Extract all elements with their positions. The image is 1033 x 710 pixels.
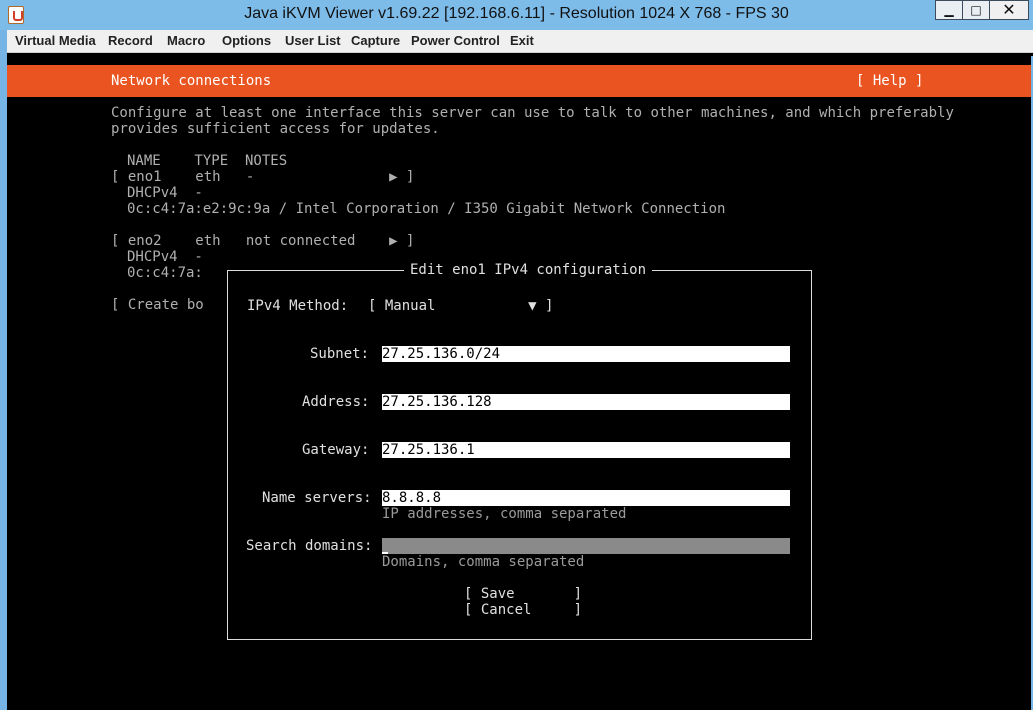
eno1-dhcp-status: DHCPv4 -	[127, 185, 203, 201]
menu-record[interactable]: Record	[108, 33, 153, 48]
remote-console[interactable]: Network connections [ Help ] Configure a…	[7, 56, 1031, 710]
eno1-hardware-info: 0c:c4:7a:e2:9c:9a / Intel Corporation / …	[127, 201, 726, 217]
gateway-input[interactable]: 27.25.136.1	[382, 442, 790, 458]
name-servers-label: Name servers:	[262, 490, 372, 506]
menu-macro[interactable]: Macro	[167, 33, 205, 48]
ipv4-method-label: IPv4 Method:	[247, 298, 349, 314]
help-button[interactable]: [ Help ]	[856, 73, 923, 89]
search-domains-label: Search domains:	[246, 538, 373, 554]
eno2-dhcp-status: DHCPv4 -	[127, 249, 203, 265]
window-title: Java iKVM Viewer v1.69.22 [192.168.6.11]…	[244, 5, 789, 22]
menu-bar: Virtual Media Record Macro Options User …	[7, 30, 1033, 53]
address-input[interactable]: 27.25.136.128	[382, 394, 790, 410]
create-bond-button[interactable]: [ Create bo	[111, 297, 204, 313]
kvm-window: Java iKVM Viewer v1.69.22 [192.168.6.11]…	[0, 0, 1033, 710]
ipv4-method-select[interactable]: [ Manual ▼ ]	[368, 298, 553, 314]
close-button[interactable]: ✕	[989, 0, 1029, 20]
menu-options[interactable]: Options	[222, 33, 271, 48]
minimize-button[interactable]: ▁	[935, 0, 963, 20]
description-line-2: provides sufficient access for updates.	[111, 121, 440, 137]
cancel-button[interactable]: [ Cancel ]	[464, 602, 582, 618]
title-bar[interactable]: Java iKVM Viewer v1.69.22 [192.168.6.11]…	[0, 0, 1033, 30]
search-domains-hint: Domains, comma separated	[382, 554, 585, 570]
interface-row-eno1[interactable]: [ eno1 eth - ▶ ]	[111, 169, 414, 185]
subnet-input[interactable]: 27.25.136.0/24	[382, 346, 790, 362]
address-label: Address:	[302, 394, 370, 410]
menu-capture[interactable]: Capture	[351, 33, 400, 48]
subnet-label: Subnet:	[310, 346, 370, 362]
maximize-button[interactable]: □	[962, 0, 990, 20]
gateway-label: Gateway:	[302, 442, 370, 458]
name-servers-input[interactable]: 8.8.8.8	[382, 490, 790, 506]
save-button[interactable]: [ Save ]	[464, 586, 582, 602]
name-servers-hint: IP addresses, comma separated	[382, 506, 627, 522]
menu-user-list[interactable]: User List	[285, 33, 341, 48]
menu-power-control[interactable]: Power Control	[411, 33, 500, 48]
eno2-hardware-info: 0c:c4:7a:	[127, 265, 203, 281]
page-title: Network connections	[111, 73, 272, 89]
dialog-title: Edit eno1 IPv4 configuration	[404, 262, 653, 278]
description-line-1: Configure at least one interface this se…	[111, 105, 954, 121]
edit-ipv4-dialog: Edit eno1 IPv4 configuration IPv4 Method…	[227, 262, 812, 640]
search-domains-input[interactable]	[382, 538, 790, 554]
menu-virtual-media[interactable]: Virtual Media	[15, 33, 96, 48]
interface-row-eno2[interactable]: [ eno2 eth not connected ▶ ]	[111, 233, 414, 249]
interface-table-header: NAME TYPE NOTES	[127, 153, 288, 169]
menu-exit[interactable]: Exit	[510, 33, 534, 48]
